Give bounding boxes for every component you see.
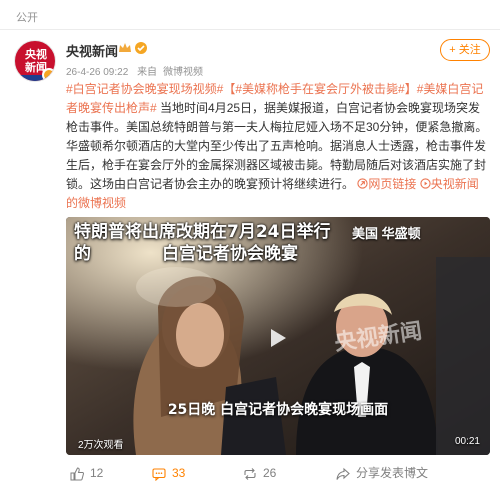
comment-icon [152,468,166,482]
web-link-label: 网页链接 [368,177,417,191]
post-meta: 26-4-26 09:22 来自 微博视频 [66,63,209,78]
repost-icon [244,467,256,480]
post-time[interactable]: 26-4-26 09:22 [66,67,128,78]
play-icon[interactable] [264,325,290,351]
like-icon [70,467,84,481]
visibility-label: 公开 [16,12,38,24]
top-bar: 公开 [0,0,500,30]
like-count: 12 [90,466,104,480]
view-count: 2万次观看 [78,440,124,451]
hashtag-link[interactable]: 【#美媒称枪手在宴会厅外被击毙#】 [223,82,416,96]
video-caption: 25日晚 白宫记者协会晚宴现场画面 [167,402,389,418]
action-bar: 12 33 26 分享发表博文 [0,461,500,485]
source-name[interactable]: 微博视频 [163,67,203,78]
repost-count: 26 [263,466,277,480]
comment-count: 33 [172,466,186,480]
web-link[interactable]: 网页链接 [357,177,419,191]
comment-button[interactable]: 33 [152,461,185,485]
share-to-label: 发表博文 [380,466,429,480]
post-text: #白宫记者协会晚宴现场视频#【#美媒称枪手在宴会厅外被击毙#】#美媒白宫记者晚宴… [66,80,490,213]
video-duration: 00:21 [454,436,480,447]
video-player[interactable]: 特朗普将出席改期在7月24日举行的 白宫记者协会晚宴 美国 华盛顿 央视新闻 2… [66,217,490,455]
avatar[interactable]: 央视 新闻 [14,40,56,82]
like-button[interactable]: 12 [70,461,103,485]
repost-button[interactable]: 26 [243,461,276,485]
hashtag-link[interactable]: #白宫记者协会晚宴现场视频# [66,82,223,96]
author-name[interactable]: 央视新闻 [66,41,118,60]
link-icon [357,178,368,189]
share-icon [336,467,350,480]
verified-badge-icon [42,68,55,81]
video-title-line2: 白宫记者协会晚宴 [162,244,298,264]
verified-icon [135,42,147,54]
vip-crown-icon [119,43,131,52]
share-button[interactable]: 分享发表博文 [336,461,428,485]
video-link-icon [420,178,431,189]
share-label: 分享 [356,466,381,480]
source-prefix: 来自 [137,67,158,78]
follow-button[interactable]: + 关注 [440,39,490,61]
location-label: 美国 华盛顿 [352,226,421,241]
